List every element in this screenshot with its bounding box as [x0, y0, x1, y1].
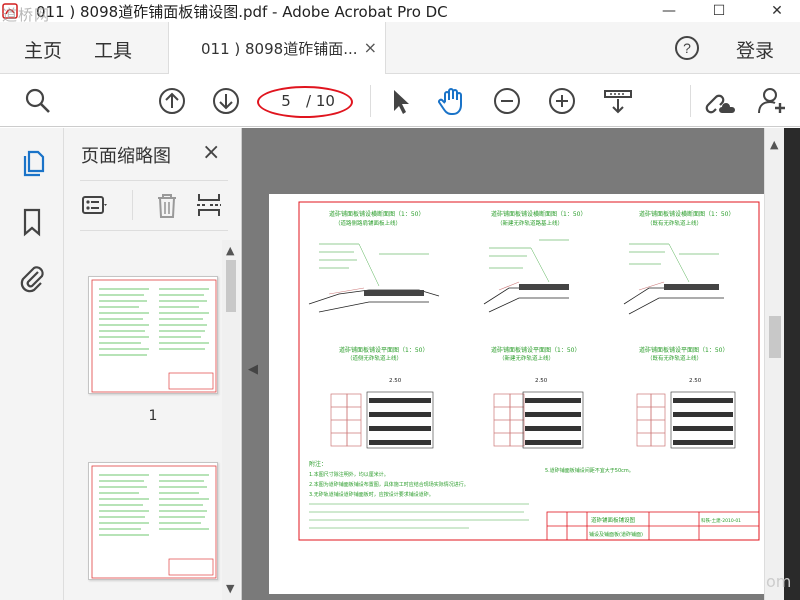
title-bar: 011 ) 8098道砟铺面板铺设图.pdf - Adobe Acrobat P…	[0, 0, 800, 24]
panel-divider	[80, 230, 228, 231]
scroll-up-icon[interactable]: ▲	[770, 138, 778, 151]
delete-page-icon[interactable]	[152, 190, 182, 220]
toolbar-divider	[690, 85, 691, 117]
minimize-button[interactable]: —	[646, 0, 692, 22]
panel-divider	[80, 180, 228, 181]
section-title: 道砟铺面板铺设平面图（1：50）	[639, 346, 728, 354]
zoom-in-icon[interactable]	[546, 85, 578, 117]
document-tab-label: 011 ) 8098道砟铺面...	[201, 39, 358, 58]
note-line: 1.本图尺寸除注明外，均以厘米计。	[309, 471, 389, 478]
section-subtitle: （新建无砟轨道上线）	[499, 354, 554, 362]
title-block-name: 道砟铺面板铺设图	[591, 516, 636, 524]
toolbar: 5 / 10	[0, 75, 800, 127]
panel-tools-divider	[132, 190, 133, 220]
maximize-button[interactable]: ☐	[696, 0, 742, 22]
select-cursor-icon[interactable]	[384, 85, 416, 117]
scroll-mode-icon[interactable]	[602, 85, 634, 117]
section-subtitle: （既有无砟轨道上线）	[647, 219, 702, 227]
zoom-out-icon[interactable]	[491, 85, 523, 117]
page-thumbnails-panel: 页面缩略图 × 1 ▲ ▼	[64, 128, 242, 600]
dimension-label: 2.50	[689, 378, 702, 384]
toolbar-divider	[370, 85, 371, 117]
section-title: 道砟铺面板铺设横断面图（1：50）	[491, 210, 586, 218]
window-title: 011 ) 8098道砟铺面板铺设图.pdf - Adobe Acrobat P…	[36, 2, 448, 21]
insert-page-icon[interactable]	[194, 190, 224, 220]
title-block	[546, 511, 760, 541]
notes-title: 附注：	[309, 460, 327, 468]
note-line: 2.本图为道砟铺面板铺设布置图，具体施工时应结合现场实际情况进行。	[309, 481, 469, 488]
section-title: 道砟铺面板铺设横断面图（1：50）	[639, 210, 734, 218]
svg-text:?: ?	[683, 40, 691, 56]
section-title: 道砟铺面板铺设平面图（1：50）	[491, 346, 580, 354]
thumbnail-page-label: 1	[148, 408, 158, 424]
page-thumbnail[interactable]	[88, 276, 218, 394]
dimension-label: 2.50	[535, 378, 548, 384]
document-tab[interactable]: 011 ) 8098道砟铺面... ×	[168, 22, 386, 74]
close-icon: ✕	[771, 3, 783, 19]
home-tab[interactable]: 主页	[24, 36, 62, 63]
collapse-panel-icon[interactable]: ◀	[248, 362, 258, 377]
section-subtitle: （道路侧路肩铺面板上线）	[335, 219, 401, 227]
panel-toolbar	[80, 190, 230, 222]
menu-bar: 主页 工具 011 ) 8098道砟铺面... × ? 登录	[0, 22, 800, 74]
engineering-drawing: 道砟铺面板铺设横断面图（1：50） （道路侧路肩铺面板上线） 道砟铺面板铺设横断…	[298, 201, 760, 541]
section-title: 道砟铺面板铺设平面图（1：50）	[339, 346, 428, 354]
previous-page-icon[interactable]	[156, 85, 188, 117]
thumbnail-preview	[91, 465, 217, 579]
page-thumbnail[interactable]	[88, 462, 218, 580]
hand-tool-icon[interactable]	[436, 85, 468, 117]
scroll-down-icon[interactable]: ▼	[226, 582, 234, 595]
left-nav-rail	[0, 128, 64, 600]
scroll-up-icon[interactable]: ▲	[226, 244, 234, 257]
pdf-page: 道砟铺面板铺设横断面图（1：50） （道路侧路肩铺面板上线） 道砟铺面板铺设横断…	[269, 194, 767, 594]
help-icon[interactable]: ?	[674, 35, 700, 61]
dimension-label: 2.50	[389, 378, 402, 384]
tab-close-icon[interactable]: ×	[364, 38, 377, 57]
add-user-icon[interactable]	[756, 85, 788, 117]
page-number-highlight	[257, 86, 353, 118]
section-subtitle: （既有无砟轨道上线）	[647, 354, 702, 362]
scrollbar-thumb[interactable]	[226, 260, 236, 312]
thumbnail-options-icon[interactable]	[80, 190, 110, 220]
search-icon[interactable]	[22, 85, 54, 117]
close-window-button[interactable]: ✕	[754, 0, 800, 22]
title-block-code: 科铁-土建-2010-01	[701, 517, 741, 524]
thumbnail-list: 1	[64, 240, 222, 600]
maximize-icon: ☐	[712, 3, 726, 19]
section-subtitle: （新建无砟轨道路基上线）	[497, 219, 563, 227]
scrollbar-thumb[interactable]	[769, 316, 781, 358]
share-link-icon[interactable]	[704, 85, 736, 117]
document-scrollbar[interactable]: ▲	[764, 128, 784, 600]
next-page-icon[interactable]	[210, 85, 242, 117]
window-edge	[784, 128, 800, 600]
sign-in-link[interactable]: 登录	[736, 36, 774, 63]
minimize-icon: —	[662, 3, 676, 19]
acrobat-window: 011 ) 8098道砟铺面板铺设图.pdf - Adobe Acrobat P…	[0, 0, 800, 600]
thumbnail-scrollbar[interactable]: ▲ ▼	[222, 240, 240, 600]
attachments-icon[interactable]	[16, 262, 48, 294]
thumbnail-preview	[91, 279, 217, 393]
bookmarks-icon[interactable]	[16, 206, 48, 238]
panel-title: 页面缩略图	[81, 146, 171, 167]
watermark-fragment: om	[766, 572, 792, 591]
note-line: 5.道砟铺面板铺设间距不宜大于50cm。	[545, 467, 634, 474]
tools-tab[interactable]: 工具	[94, 36, 132, 63]
note-line: 3.无砟轨道铺设道砟铺面板时，应按设计要求铺设道砟。	[309, 491, 434, 498]
title-block-subtitle: 铺设及铺面板(道砟铺面)	[589, 531, 643, 538]
section-title: 道砟铺面板铺设横断面图（1：50）	[329, 210, 424, 218]
section-subtitle: （道侧无砟轨道上线）	[347, 354, 402, 362]
panel-close-icon[interactable]: ×	[202, 140, 220, 165]
page-thumbnails-icon[interactable]	[16, 148, 48, 180]
